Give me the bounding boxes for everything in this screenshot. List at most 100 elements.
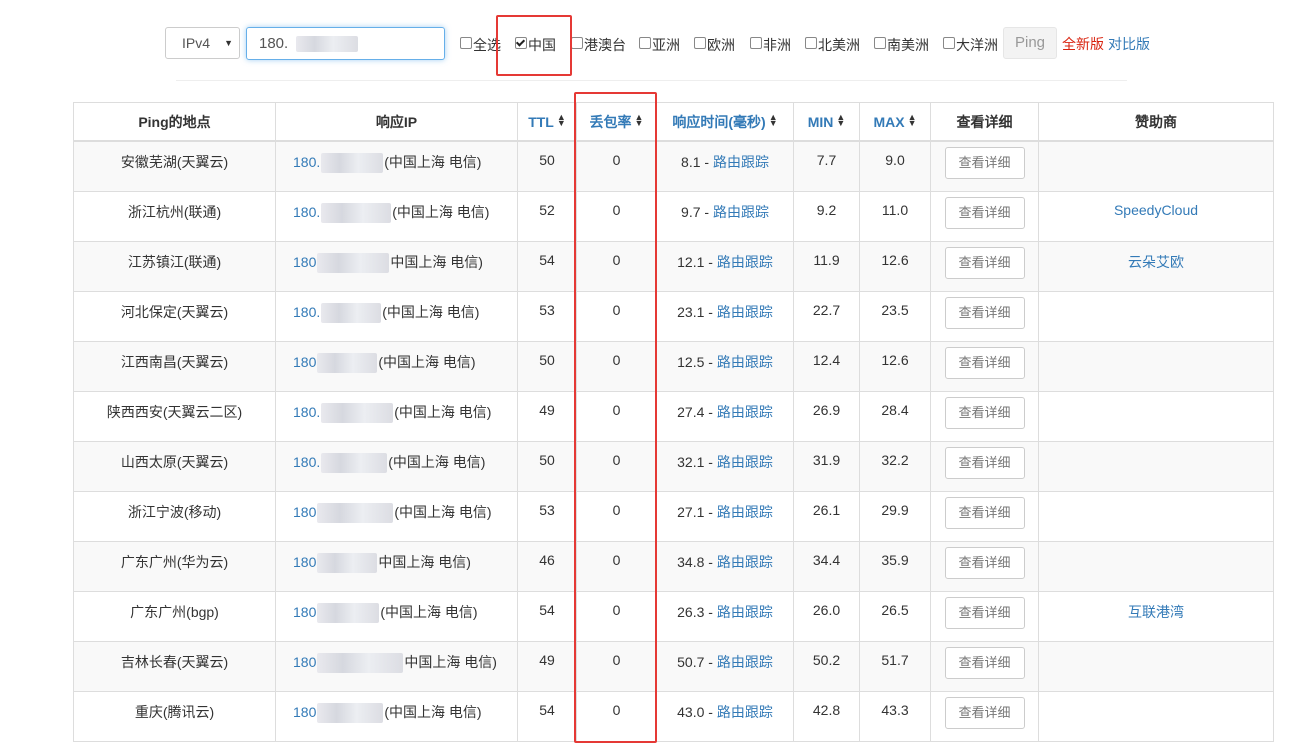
redacted-ip-blur	[317, 602, 380, 623]
cell-ttl: 50	[517, 140, 577, 192]
checkbox-oceania[interactable]: 大洋洲	[943, 35, 998, 55]
traceroute-link[interactable]: 路由跟踪	[717, 604, 773, 620]
redacted-ip-blur	[321, 202, 392, 223]
ip-link[interactable]: 180	[293, 604, 316, 620]
cell-detail: 查看详细	[930, 290, 1039, 342]
checkbox-south-america[interactable]: 南美洲	[874, 35, 929, 55]
response-time-value: 27.4	[677, 403, 705, 420]
ip-link[interactable]: 180	[293, 704, 316, 720]
checkbox-box[interactable]	[805, 37, 817, 49]
ip-link[interactable]: 180	[293, 504, 316, 520]
redacted-ip-blur	[317, 652, 404, 673]
ip-version-select[interactable]: IPv4 ▼	[165, 27, 240, 59]
view-detail-button[interactable]: 查看详细	[944, 147, 1025, 179]
traceroute-link[interactable]: 路由跟踪	[717, 504, 773, 520]
checkbox-box[interactable]	[874, 37, 886, 49]
sort-icon[interactable]: ▲ ▼	[836, 112, 845, 127]
host-input[interactable]: 180.	[246, 27, 445, 60]
view-detail-button[interactable]: 查看详细	[944, 496, 1025, 529]
sponsor-link[interactable]: SpeedyCloud	[1114, 202, 1198, 218]
separator: -	[700, 203, 713, 220]
sponsor-link[interactable]: 云朵艾欧	[1128, 254, 1184, 270]
header-response-time[interactable]: 响应时间(毫秒) ▲ ▼	[656, 102, 794, 142]
cell-sponsor	[1038, 540, 1274, 592]
new-version-link[interactable]: 全新版	[1062, 34, 1104, 54]
sort-icon[interactable]: ▲ ▼	[908, 112, 917, 127]
checkbox-all[interactable]: 全选	[460, 35, 501, 55]
traceroute-link[interactable]: 路由跟踪	[717, 704, 773, 720]
header-response-ip: 响应IP	[275, 102, 518, 142]
checkbox-box[interactable]	[750, 37, 762, 49]
ip-link[interactable]: 180.	[293, 304, 320, 320]
ip-link[interactable]: 180.	[293, 454, 320, 470]
checkbox-box[interactable]	[639, 37, 651, 49]
sponsor-link[interactable]: 互联港湾	[1128, 604, 1184, 620]
header-ttl[interactable]: TTL ▲ ▼	[517, 102, 577, 142]
checkbox-label: 港澳台	[584, 37, 626, 53]
header-ttl-label: TTL	[528, 113, 554, 130]
ip-link[interactable]: 180.	[293, 154, 320, 170]
traceroute-link[interactable]: 路由跟踪	[713, 154, 769, 170]
view-detail-button[interactable]: 查看详细	[944, 346, 1025, 379]
ip-link[interactable]: 180.	[293, 204, 320, 220]
sort-icon[interactable]: ▲ ▼	[769, 112, 778, 127]
view-detail-button[interactable]: 查看详细	[944, 446, 1025, 479]
sort-icon[interactable]: ▲ ▼	[557, 112, 566, 127]
checkbox-box[interactable]	[943, 37, 955, 49]
traceroute-link[interactable]: 路由跟踪	[717, 404, 773, 420]
checkbox-asia[interactable]: 亚洲	[639, 35, 680, 55]
checkbox-north-america[interactable]: 北美洲	[805, 35, 860, 55]
traceroute-link[interactable]: 路由跟踪	[713, 204, 769, 220]
host-input-value: 180.	[259, 35, 289, 52]
cell-response-ip: 180 (中国上海 电信)	[275, 490, 518, 542]
table-row: 吉林长春(天翼云) 180 中国上海 电信) 49 0 50.7 - 路由跟踪 50.2 51…	[73, 640, 1274, 692]
cell-sponsor	[1038, 290, 1274, 342]
ip-link[interactable]: 180	[293, 554, 316, 570]
view-detail-button[interactable]: 查看详细	[944, 296, 1025, 329]
view-detail-button[interactable]: 查看详细	[944, 646, 1025, 679]
view-detail-button[interactable]: 查看详细	[944, 696, 1025, 729]
cell-detail: 查看详细	[930, 340, 1039, 392]
checkbox-box[interactable]	[460, 37, 472, 49]
header-min[interactable]: MIN ▲ ▼	[793, 102, 860, 142]
ip-link[interactable]: 180	[293, 354, 316, 370]
view-detail-button[interactable]: 查看详细	[944, 396, 1025, 429]
traceroute-link[interactable]: 路由跟踪	[717, 454, 773, 470]
ip-location: 中国上海 电信)	[390, 253, 483, 270]
redacted-ip-blur	[296, 36, 359, 53]
ip-link[interactable]: 180	[293, 654, 316, 670]
header-max-label: MAX	[873, 113, 905, 130]
checkbox-box[interactable]	[694, 37, 706, 49]
view-detail-button[interactable]: 查看详细	[944, 196, 1025, 229]
header-max[interactable]: MAX ▲ ▼	[859, 102, 931, 142]
response-time-value: 12.5	[677, 353, 705, 370]
redacted-ip-blur	[321, 402, 394, 423]
checkbox-hk-mo-tw[interactable]: 港澳台	[571, 35, 626, 55]
ping-button[interactable]: Ping	[1003, 27, 1057, 59]
cell-response-ip: 180 (中国上海 电信)	[275, 690, 518, 742]
traceroute-link[interactable]: 路由跟踪	[717, 654, 773, 670]
traceroute-link[interactable]: 路由跟踪	[717, 354, 773, 370]
view-detail-button[interactable]: 查看详细	[944, 246, 1025, 279]
response-time-value: 8.1	[681, 154, 701, 170]
separator: -	[704, 353, 717, 370]
view-detail-button[interactable]: 查看详细	[944, 596, 1025, 629]
ip-link[interactable]: 180	[293, 254, 316, 270]
checkbox-africa[interactable]: 非洲	[750, 35, 791, 55]
traceroute-link[interactable]: 路由跟踪	[717, 254, 773, 270]
cell-detail: 查看详细	[930, 540, 1039, 592]
traceroute-link[interactable]: 路由跟踪	[717, 304, 773, 320]
cell-sponsor	[1038, 140, 1274, 192]
compare-version-link[interactable]: 对比版	[1108, 34, 1150, 54]
cell-min: 26.1	[793, 490, 860, 542]
checkbox-europe[interactable]: 欧洲	[694, 35, 735, 55]
traceroute-link[interactable]: 路由跟踪	[717, 554, 773, 570]
cell-location: 江西南昌(天翼云)	[73, 340, 276, 392]
ip-link[interactable]: 180.	[293, 404, 320, 420]
cell-sponsor	[1038, 490, 1274, 542]
cell-response-time: 12.5 - 路由跟踪	[656, 340, 794, 392]
view-detail-button[interactable]: 查看详细	[944, 546, 1025, 579]
cell-detail: 查看详细	[930, 490, 1039, 542]
ip-location: (中国上海 电信)	[394, 403, 492, 420]
checkbox-box[interactable]	[571, 37, 583, 49]
